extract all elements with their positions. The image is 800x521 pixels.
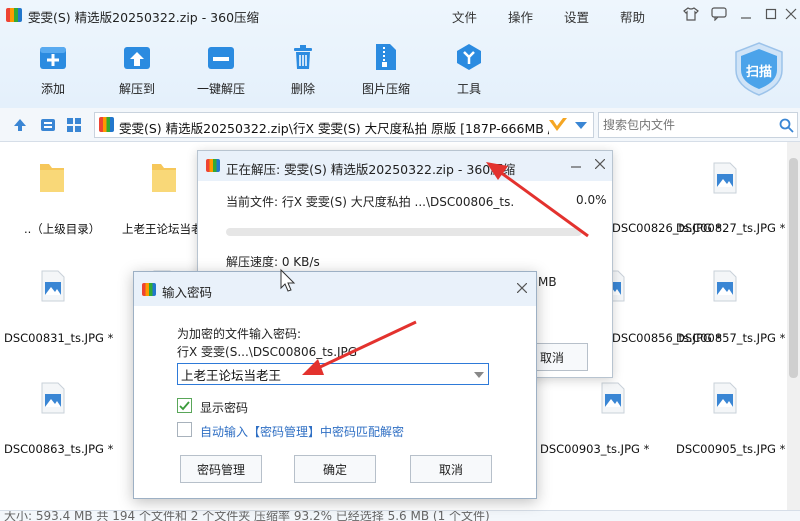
encrypted-file-name: 行X 雯雯(S...\DSC00806_ts.JPG [177, 345, 358, 359]
close-button[interactable] [512, 279, 532, 299]
image-file-icon[interactable] [40, 382, 66, 414]
image-compress-icon [376, 44, 396, 70]
scan-label: 扫描 [745, 65, 772, 80]
password-manager-button[interactable]: 密码管理 [180, 455, 262, 483]
auto-match-link[interactable]: 自动输入【密码管理】中密码匹配解密 [200, 423, 404, 440]
one-click-extract-label: 一键解压 [196, 82, 245, 96]
extract-to-label: 解压到 [118, 82, 155, 96]
search-input[interactable] [603, 116, 773, 134]
password-dialog-title: 输入密码 [162, 285, 213, 300]
chevron-down-icon[interactable] [575, 122, 587, 130]
tools-button[interactable]: 工具 [434, 42, 504, 100]
close-button[interactable] [783, 4, 799, 24]
status-text: 大小: 593.4 MB 共 194 个文件和 2 个文件夹 压缩率 93.2%… [4, 510, 490, 521]
checkmark-icon [549, 118, 567, 131]
file-item[interactable]: DSC00905_ts.JPG * [676, 442, 785, 456]
app-logo-icon [6, 8, 22, 22]
close-button[interactable] [590, 155, 610, 175]
tools-icon [457, 44, 481, 70]
path-field[interactable]: 雯雯(S) 精选版20250322.zip\行X 雯雯(S) 大尺度私拍 原版 … [94, 112, 594, 138]
image-file-icon[interactable] [712, 382, 738, 414]
scrollbar-thumb[interactable] [789, 158, 798, 378]
ok-button[interactable]: 确定 [294, 455, 376, 483]
extract-to-icon [124, 47, 150, 69]
path-text: 雯雯(S) 精选版20250322.zip\行X 雯雯(S) 大尺度私拍 原版 … [119, 121, 549, 136]
image-file-icon[interactable] [712, 270, 738, 302]
show-password-checkbox[interactable] [177, 398, 192, 413]
chevron-down-icon[interactable] [474, 372, 484, 378]
folder-icon[interactable] [150, 160, 178, 194]
menu-operate[interactable]: 操作 [508, 7, 533, 26]
image-file-icon[interactable] [712, 162, 738, 194]
image-file-icon[interactable] [600, 382, 626, 414]
search-icon[interactable] [779, 118, 794, 133]
zip-icon [206, 159, 220, 172]
image-file-icon[interactable] [40, 270, 66, 302]
minimize-button[interactable] [735, 4, 757, 24]
app-header: 雯雯(S) 精选版20250322.zip - 360压缩 文件 操作 设置 帮… [0, 0, 800, 108]
file-item-parent[interactable]: ..（上级目录） [24, 221, 100, 237]
window-title: 雯雯(S) 精选版20250322.zip - 360压缩 [28, 10, 260, 25]
extract-dialog-title: 正在解压: 雯雯(S) 精选版20250322.zip - 360压缩 [226, 162, 516, 177]
trash-icon [294, 45, 312, 69]
progress-percent: 0.0% [576, 193, 607, 207]
extract-size: MB [538, 275, 557, 289]
menu-file[interactable]: 文件 [452, 7, 477, 26]
image-compress-label: 图片压缩 [361, 82, 410, 96]
extract-dialog-header: 正在解压: 雯雯(S) 精选版20250322.zip - 360压缩 [198, 151, 612, 181]
file-item-folder[interactable]: 上老王论坛当老王 [122, 221, 198, 237]
password-dialog: 输入密码 为加密的文件输入密码: 行X 雯雯(S...\DSC00806_ts.… [133, 271, 537, 499]
add-label: 添加 [40, 82, 65, 96]
image-compress-button[interactable]: 图片压缩 [351, 42, 421, 100]
one-click-extract-button[interactable]: 一键解压 [186, 42, 256, 100]
maximize-button[interactable] [760, 4, 782, 24]
extract-to-button[interactable]: 解压到 [102, 42, 172, 100]
address-bar: 雯雯(S) 精选版20250322.zip\行X 雯雯(S) 大尺度私拍 原版 … [0, 108, 800, 142]
menu-help[interactable]: 帮助 [620, 7, 645, 26]
password-field [177, 363, 489, 385]
status-bar: 大小: 593.4 MB 共 194 个文件和 2 个文件夹 压缩率 93.2%… [0, 510, 800, 521]
password-prompt: 为加密的文件输入密码: [177, 327, 302, 341]
menu-settings[interactable]: 设置 [564, 7, 589, 26]
file-item[interactable]: DSC00827_ts.JPG * [676, 221, 785, 235]
one-click-extract-icon [208, 47, 234, 69]
zip-icon [142, 283, 156, 296]
progress-bar [226, 228, 582, 236]
scan-button[interactable]: 扫描 [730, 40, 788, 98]
current-file-label: 当前文件: 行X 雯雯(S) 大尺度私拍 ...\DSC00806_ts. [226, 195, 515, 209]
add-icon [40, 47, 66, 69]
show-password-label: 显示密码 [200, 401, 249, 415]
add-button[interactable]: 添加 [18, 42, 88, 100]
skin-icon[interactable] [680, 4, 702, 24]
thumbnail-view-icon[interactable] [66, 117, 82, 133]
extract-speed: 解压速度: 0 KB/s [226, 255, 320, 269]
file-item[interactable]: DSC00903_ts.JPG * [540, 442, 649, 456]
file-item[interactable]: DSC00857_ts.JPG * [676, 331, 785, 345]
detail-view-icon[interactable] [40, 117, 56, 133]
delete-label: 删除 [290, 82, 315, 96]
password-dialog-header: 输入密码 [134, 272, 536, 306]
password-input[interactable] [181, 365, 466, 383]
file-item[interactable]: DSC00863_ts.JPG * [4, 442, 113, 456]
delete-button[interactable]: 删除 [268, 42, 338, 100]
zip-icon [99, 117, 114, 132]
folder-icon[interactable] [38, 160, 66, 194]
auto-match-checkbox[interactable] [177, 422, 192, 437]
cancel-button[interactable]: 取消 [410, 455, 492, 483]
checkmark-icon [179, 401, 190, 411]
file-item[interactable]: DSC00831_ts.JPG * [4, 331, 113, 345]
minimize-button[interactable] [566, 155, 586, 175]
search-box [598, 112, 798, 138]
up-arrow-icon[interactable] [12, 117, 28, 133]
message-icon[interactable] [708, 4, 730, 24]
tools-label: 工具 [456, 82, 481, 96]
